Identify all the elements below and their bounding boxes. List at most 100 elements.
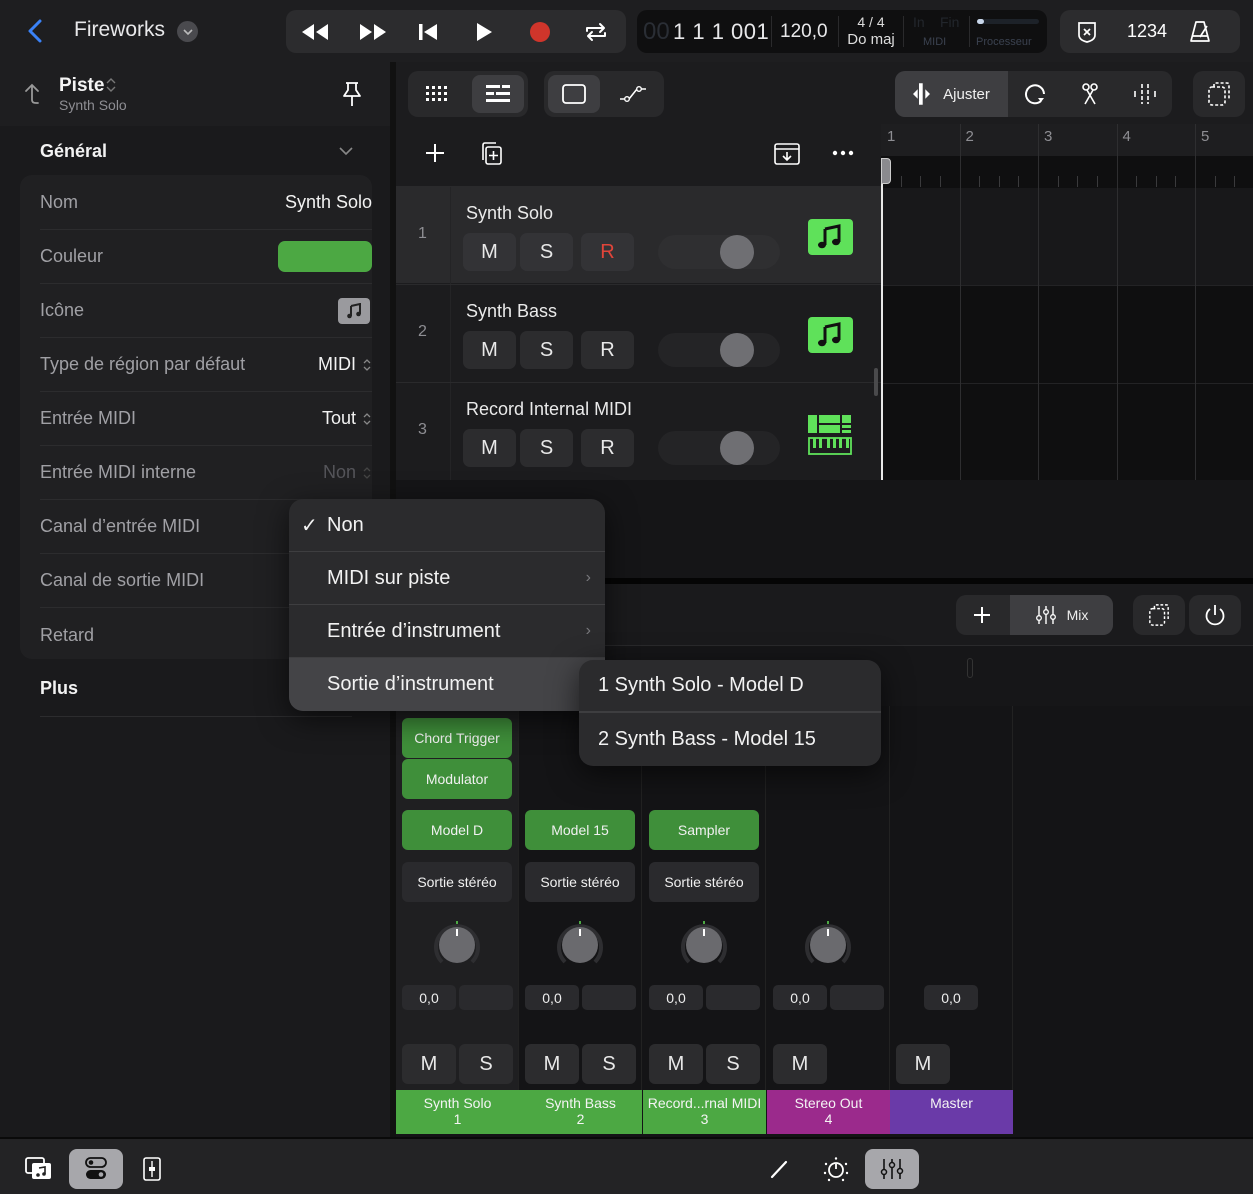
strip-name-label[interactable]: Record...rnal MIDI 3 bbox=[643, 1090, 766, 1134]
pan-knob[interactable] bbox=[551, 916, 609, 974]
track-icon[interactable] bbox=[808, 219, 853, 255]
strip-solo-button[interactable]: S bbox=[459, 1044, 513, 1084]
inspector-toggle-button[interactable] bbox=[69, 1149, 123, 1189]
strip-mute-button[interactable]: M bbox=[402, 1044, 456, 1084]
pan-knob[interactable] bbox=[799, 916, 857, 974]
timeline-area[interactable]: 1 2 3 4 5 bbox=[881, 124, 1253, 480]
duplicate-track-button[interactable] bbox=[480, 141, 504, 167]
rewind-button[interactable] bbox=[290, 10, 340, 53]
row-name[interactable]: Nom Synth Solo bbox=[40, 176, 372, 230]
track-icon[interactable] bbox=[808, 415, 853, 455]
pin-button[interactable] bbox=[340, 80, 364, 108]
copy-button[interactable] bbox=[1134, 596, 1184, 634]
record-enable-button[interactable]: R bbox=[581, 429, 634, 467]
volume-handle[interactable] bbox=[720, 333, 754, 367]
count-in-button[interactable]: 1234 bbox=[1118, 10, 1176, 53]
track-row[interactable]: 3 Record Internal MIDI M S R bbox=[396, 382, 881, 480]
row-internal-midi-input[interactable]: Entrée MIDI interne Non bbox=[40, 446, 372, 500]
record-button[interactable] bbox=[515, 10, 565, 53]
submenu-item[interactable]: 2 Synth Bass - Model 15 bbox=[579, 713, 881, 766]
project-title[interactable]: Fireworks bbox=[74, 18, 165, 42]
playhead-handle[interactable] bbox=[881, 158, 891, 184]
strip-mute-button[interactable]: M bbox=[896, 1044, 950, 1084]
lcd-display[interactable]: 00 1 1 1 001 120,0 4 / 4 Do maj In Fin M… bbox=[637, 10, 1047, 53]
editor-button[interactable] bbox=[125, 1149, 179, 1189]
smart-controls-button[interactable] bbox=[809, 1149, 863, 1189]
volume-slider[interactable] bbox=[658, 235, 780, 269]
volume-value[interactable]: 0,0 bbox=[924, 985, 978, 1010]
instrument-slot[interactable]: Model 15 bbox=[525, 810, 635, 850]
menu-item-none[interactable]: ✓ Non bbox=[289, 499, 605, 552]
cycle-button[interactable] bbox=[571, 10, 621, 53]
strip-name-label[interactable]: Synth Solo 1 bbox=[396, 1090, 519, 1134]
snap-button[interactable]: Ajuster bbox=[895, 71, 1008, 117]
pan-knob[interactable] bbox=[675, 916, 733, 974]
bar-ruler[interactable] bbox=[881, 124, 1253, 156]
browser-button[interactable] bbox=[12, 1149, 66, 1189]
volume-slider[interactable] bbox=[658, 431, 780, 465]
go-to-start-button[interactable] bbox=[403, 10, 453, 53]
pencil-button[interactable] bbox=[753, 1149, 807, 1189]
metronome-button[interactable] bbox=[1175, 10, 1225, 53]
section-more-title[interactable]: Plus bbox=[40, 678, 78, 699]
track-icon-picker[interactable] bbox=[338, 297, 370, 324]
inspector-title[interactable]: Piste bbox=[59, 75, 104, 97]
track-row[interactable]: 1 Synth Solo M S R bbox=[396, 186, 881, 284]
fast-forward-button[interactable] bbox=[348, 10, 398, 53]
record-enable-button[interactable]: R bbox=[581, 331, 634, 369]
midi-fx-slot[interactable]: Chord Trigger bbox=[402, 718, 512, 758]
internal-midi-input-value[interactable]: Non bbox=[323, 462, 356, 483]
mix-view-button[interactable]: Mix bbox=[1010, 595, 1113, 635]
row-color[interactable]: Couleur bbox=[40, 230, 372, 284]
strip-name-label[interactable]: Master bbox=[890, 1090, 1013, 1134]
mixer-scroll-handle[interactable] bbox=[967, 658, 973, 678]
midi-input-value[interactable]: Tout bbox=[322, 408, 356, 429]
output-slot[interactable]: Sortie stéréo bbox=[525, 862, 635, 902]
color-swatch[interactable] bbox=[278, 241, 372, 272]
volume-value[interactable]: 0,0 bbox=[649, 985, 703, 1010]
trim-tool-button[interactable] bbox=[1120, 75, 1170, 113]
automation-button[interactable] bbox=[608, 75, 658, 113]
loop-tool-button[interactable] bbox=[1011, 75, 1061, 113]
track-name[interactable]: Record Internal MIDI bbox=[466, 399, 632, 420]
add-track-button[interactable] bbox=[424, 142, 446, 164]
channel-strip[interactable]: Sampler Sortie stéréo 0,0 M S Record...r… bbox=[643, 706, 766, 1134]
track-lane[interactable] bbox=[881, 188, 1253, 285]
import-button[interactable] bbox=[774, 143, 800, 165]
autopunch-button[interactable] bbox=[1062, 10, 1112, 53]
menu-item-midi-on-track[interactable]: MIDI sur piste › bbox=[289, 552, 605, 605]
instrument-slot[interactable]: Model D bbox=[402, 810, 512, 850]
output-slot[interactable]: Sortie stéréo bbox=[402, 862, 512, 902]
bypass-button[interactable] bbox=[1190, 596, 1240, 634]
project-menu-button[interactable] bbox=[177, 21, 198, 42]
section-general-title[interactable]: Général bbox=[40, 141, 107, 162]
row-midi-input[interactable]: Entrée MIDI Tout bbox=[40, 392, 372, 446]
instrument-slot[interactable]: Sampler bbox=[649, 810, 759, 850]
add-plugin-button[interactable] bbox=[956, 595, 1008, 635]
back-button[interactable] bbox=[22, 16, 50, 46]
more-options-button[interactable] bbox=[832, 150, 854, 156]
mute-button[interactable]: M bbox=[463, 233, 516, 271]
strip-name-label[interactable]: Synth Bass 2 bbox=[519, 1090, 642, 1134]
tracks-view-button[interactable] bbox=[472, 75, 524, 113]
play-button[interactable] bbox=[459, 10, 509, 53]
mixer-button[interactable] bbox=[865, 1149, 919, 1189]
strip-mute-button[interactable]: M bbox=[525, 1044, 579, 1084]
volume-handle[interactable] bbox=[720, 431, 754, 465]
midi-fx-slot[interactable]: Modulator bbox=[402, 759, 512, 799]
split-tool-button[interactable] bbox=[1065, 75, 1115, 113]
menu-item-instrument-input[interactable]: Entrée d’instrument › bbox=[289, 605, 605, 658]
section-collapse-chevron[interactable] bbox=[338, 146, 354, 156]
pan-knob[interactable] bbox=[428, 916, 486, 974]
channel-strip[interactable]: 0,0 M Stereo Out 4 bbox=[767, 706, 890, 1134]
tracks-scrollbar[interactable] bbox=[874, 368, 878, 396]
row-icon[interactable]: Icône bbox=[40, 284, 372, 338]
volume-handle[interactable] bbox=[720, 235, 754, 269]
inspector-up-button[interactable] bbox=[22, 82, 44, 106]
channel-strip[interactable]: Chord Trigger Modulator Model D Sortie s… bbox=[396, 706, 519, 1134]
track-name-value[interactable]: Synth Solo bbox=[285, 192, 372, 213]
channel-strip[interactable]: 0,0 M Master bbox=[890, 706, 1013, 1134]
mute-button[interactable]: M bbox=[463, 429, 516, 467]
solo-button[interactable]: S bbox=[520, 429, 573, 467]
volume-value[interactable]: 0,0 bbox=[525, 985, 579, 1010]
